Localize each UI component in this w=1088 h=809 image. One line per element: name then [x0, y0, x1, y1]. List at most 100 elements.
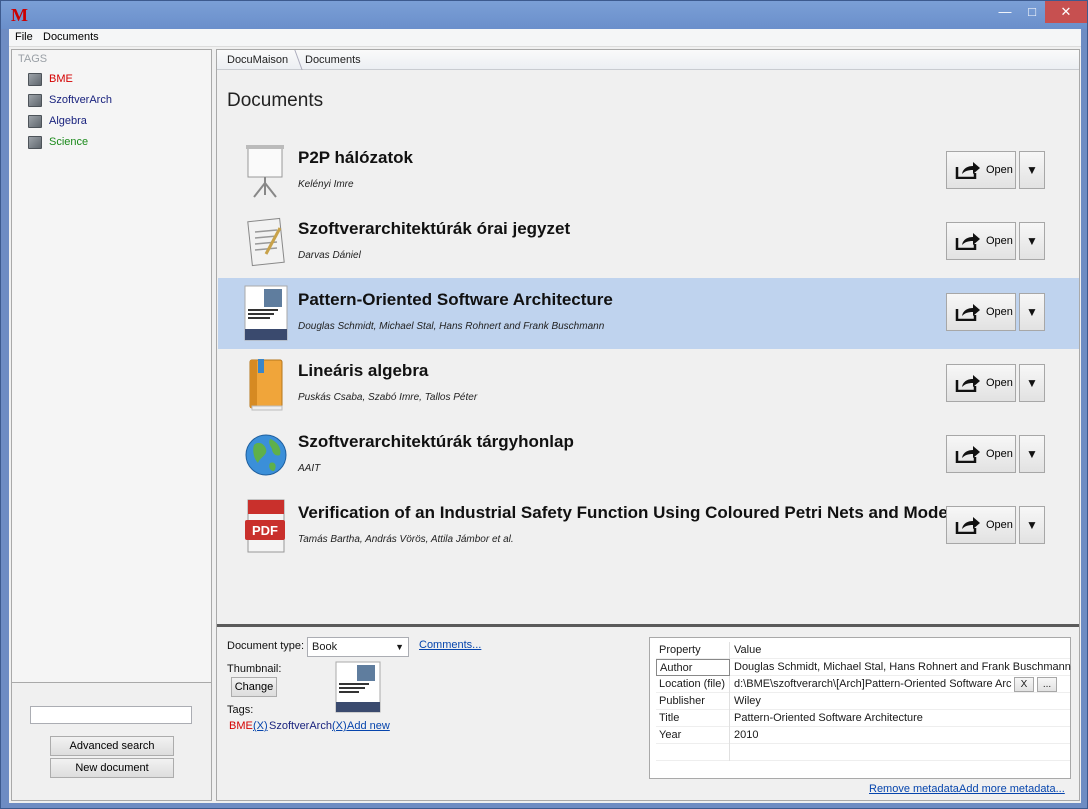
document-title: Szoftverarchitektúrák órai jegyzet [298, 219, 571, 238]
more-options-button[interactable]: ▼ [1019, 364, 1045, 402]
comments-link[interactable]: Comments... [419, 639, 481, 651]
tag-folder-icon [28, 94, 42, 107]
advanced-search-button[interactable]: Advanced search [50, 736, 174, 756]
clear-location-button[interactable]: X [1014, 677, 1034, 692]
document-row[interactable]: Szoftverarchitektúrák tárgyhonlap AAIT O… [218, 420, 1079, 491]
breadcrumb-home[interactable]: DocuMaison [227, 54, 288, 66]
property-value[interactable]: d:\BME\szoftverarch\[Arch]Pattern-Orient… [734, 678, 1012, 690]
document-title: P2P hálózatok [298, 148, 413, 167]
tag-label: Algebra [49, 115, 87, 127]
metadata-row[interactable]: Publisher Wiley [656, 693, 1070, 710]
property-value[interactable]: Wiley [734, 695, 761, 707]
metadata-row[interactable]: Author Douglas Schmidt, Michael Stal, Ha… [656, 659, 1071, 676]
browse-location-button[interactable]: ... [1037, 677, 1057, 692]
chevron-down-icon: ▼ [395, 642, 404, 652]
page-title: Documents [227, 90, 324, 111]
open-button[interactable]: Open [946, 222, 1016, 260]
more-options-button[interactable]: ▼ [1019, 222, 1045, 260]
tags-header: TAGS [18, 53, 48, 65]
property-value[interactable]: Douglas Schmidt, Michael Stal, Hans Rohn… [734, 661, 1071, 673]
notepad-icon [247, 217, 285, 267]
remove-tag-bme-link[interactable]: (X) [253, 720, 268, 732]
property-value[interactable]: 2010 [734, 729, 758, 741]
document-type-label: Document type: [227, 640, 305, 652]
breadcrumb-documents[interactable]: Documents [305, 54, 361, 66]
close-button[interactable]: ✕ [1045, 1, 1087, 23]
change-thumbnail-button[interactable]: Change [231, 677, 277, 697]
tags-label: Tags: [227, 704, 254, 716]
add-tag-link[interactable]: Add new [347, 720, 390, 732]
property-name: Title [656, 710, 730, 727]
document-row[interactable]: Lineáris algebra Puskás Csaba, Szabó Imr… [218, 349, 1079, 420]
metadata-row[interactable]: Location (file) d:\BME\szoftverarch\[Arc… [656, 676, 1070, 693]
add-metadata-link[interactable]: Add more metadata... [959, 783, 1065, 795]
tag-item-algebra[interactable]: Algebra [28, 114, 198, 130]
property-name: Year [656, 727, 730, 744]
more-options-button[interactable]: ▼ [1019, 435, 1045, 473]
document-title: Verification of an Industrial Safety Fun… [298, 503, 948, 522]
tag-item-szoftverarch[interactable]: SzoftverArch [28, 93, 198, 109]
document-details: Document type: Book ▼ Comments... Thumbn… [217, 627, 1079, 800]
document-author: Kelényi Imre [298, 179, 354, 190]
tag-label: SzoftverArch [49, 94, 112, 106]
share-arrow-icon [955, 162, 980, 179]
thumbnail-label: Thumbnail: [227, 663, 282, 675]
open-label: Open [986, 235, 1013, 247]
remove-tag-szoftverarch-link[interactable]: (X) [332, 720, 347, 732]
menu-documents[interactable]: Documents [43, 31, 99, 43]
open-button[interactable]: Open [946, 151, 1016, 189]
document-author: Puskás Csaba, Szabó Imre, Tallos Péter [298, 392, 478, 403]
new-document-button[interactable]: New document [50, 758, 174, 778]
thumbnail-image[interactable] [335, 661, 381, 713]
more-options-button[interactable]: ▼ [1019, 506, 1045, 544]
open-label: Open [986, 164, 1013, 176]
breadcrumb: DocuMaison Documents [217, 50, 1079, 70]
document-type-select[interactable]: Book ▼ [307, 637, 409, 657]
svg-text:PDF: PDF [252, 523, 278, 538]
open-label: Open [986, 519, 1013, 531]
metadata-header-row: Property Value [656, 642, 1070, 659]
open-button[interactable]: Open [946, 293, 1016, 331]
property-name: Author [656, 659, 730, 676]
tag-item-bme[interactable]: BME [28, 72, 198, 88]
tag-item-science[interactable]: Science [28, 135, 198, 151]
remove-metadata-link[interactable]: Remove metadata [869, 783, 959, 795]
open-label: Open [986, 306, 1013, 318]
share-arrow-icon [955, 233, 980, 250]
property-value[interactable]: Pattern-Oriented Software Architecture [734, 712, 923, 724]
open-button[interactable]: Open [946, 506, 1016, 544]
more-options-button[interactable]: ▼ [1019, 293, 1045, 331]
document-title: Pattern-Oriented Software Architecture [298, 290, 613, 309]
document-row-selected[interactable]: Pattern-Oriented Software Architecture D… [218, 278, 1079, 349]
globe-icon [245, 434, 287, 476]
value-column-header: Value [734, 644, 762, 656]
share-arrow-icon [955, 304, 980, 321]
sidebar-actions: Advanced search New document [12, 684, 211, 800]
open-button[interactable]: Open [946, 435, 1016, 473]
property-name: Location (file) [656, 676, 730, 693]
metadata-row[interactable]: Year 2010 [656, 727, 1070, 744]
title-bar[interactable]: M — □ ✕ [1, 1, 1087, 29]
document-row[interactable]: Szoftverarchitektúrák órai jegyzet Darva… [218, 207, 1079, 278]
tag-folder-icon [28, 73, 42, 86]
book-cover-icon [244, 285, 288, 341]
share-arrow-icon [955, 446, 980, 463]
document-row[interactable]: PDF Verification of an Industrial Safety… [218, 491, 1079, 562]
menu-file[interactable]: File [15, 31, 33, 43]
open-label: Open [986, 377, 1013, 389]
open-button[interactable]: Open [946, 364, 1016, 402]
tag-folder-icon [28, 136, 42, 149]
breadcrumb-separator [287, 50, 303, 70]
property-name: Publisher [656, 693, 730, 710]
client-area: TAGS BME SzoftverArch Algebra Science Ad… [9, 47, 1081, 803]
search-input[interactable] [30, 706, 192, 724]
document-author: Tamás Bartha, András Vörös, Attila Jámbo… [298, 534, 514, 545]
tags-list: TAGS BME SzoftverArch Algebra Science [12, 50, 211, 683]
more-options-button[interactable]: ▼ [1019, 151, 1045, 189]
document-row[interactable]: P2P hálózatok Kelényi Imre Open ▼ [218, 136, 1079, 207]
maximize-button[interactable]: □ [1019, 1, 1045, 23]
minimize-button[interactable]: — [991, 1, 1019, 23]
metadata-row[interactable]: Title Pattern-Oriented Software Architec… [656, 710, 1070, 727]
metadata-empty-row [656, 744, 1070, 761]
main-panel: DocuMaison Documents Documents P2P hálóz… [216, 49, 1080, 801]
